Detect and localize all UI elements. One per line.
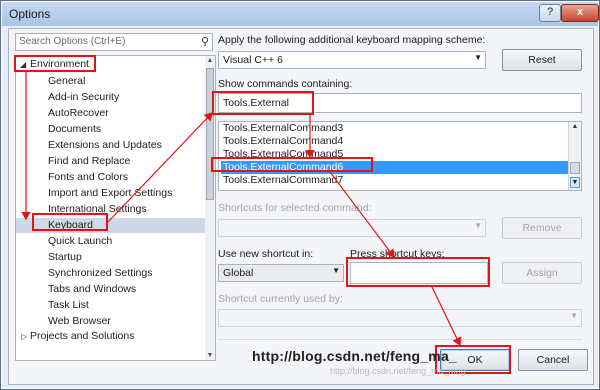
dropdown-arrow-icon: ▼	[474, 221, 482, 230]
shortcut-scope-select[interactable]: Global ▼	[218, 264, 344, 282]
show-commands-label: Show commands containing:	[218, 78, 353, 90]
help-button[interactable]: ?	[539, 4, 561, 22]
commands-scrollbar[interactable]: ▲ ▼	[568, 122, 581, 190]
scroll-up-icon[interactable]: ▲	[570, 123, 580, 130]
tree-item-quick-launch[interactable]: Quick Launch	[48, 234, 112, 249]
tree-item-projects-solutions[interactable]: Projects and Solutions	[30, 329, 134, 344]
footer-divider	[218, 339, 582, 340]
dialog-body: Search Options (Ctrl+E) ⚲ ◢ Environment …	[8, 28, 594, 385]
dropdown-arrow-icon: ▼	[332, 266, 340, 275]
tree-item-extensions-updates[interactable]: Extensions and Updates	[48, 138, 162, 153]
window-title: Options	[9, 7, 51, 21]
tree-item-add-in-security[interactable]: Add-in Security	[48, 90, 119, 105]
options-tree[interactable]: ◢ Environment General Add-in Security Au…	[15, 55, 207, 361]
annotation-box-command6	[211, 157, 373, 172]
assign-button[interactable]: Assign	[502, 262, 582, 284]
search-placeholder: Search Options (Ctrl+E)	[19, 36, 126, 47]
tree-scroll-thumb[interactable]	[206, 68, 214, 200]
scroll-up-icon[interactable]: ▲	[206, 57, 214, 64]
mapping-scheme-label: Apply the following additional keyboard …	[218, 34, 486, 46]
used-by-select[interactable]: ▼	[218, 309, 582, 327]
search-options-input[interactable]: Search Options (Ctrl+E) ⚲	[15, 33, 213, 51]
shortcut-scope-value: Global	[223, 267, 254, 279]
title-bar: Options ? x	[2, 2, 599, 26]
dropdown-arrow-icon: ▼	[474, 53, 482, 62]
list-item[interactable]: Tools.ExternalCommand7	[221, 174, 571, 187]
tree-item-documents[interactable]: Documents	[48, 122, 101, 137]
remove-button[interactable]: Remove	[502, 217, 582, 239]
tree-item-autorecover[interactable]: AutoRecover	[48, 106, 109, 121]
scroll-down-icon[interactable]: ▼	[206, 352, 214, 359]
scroll-down-icon[interactable]: ▼	[570, 177, 580, 188]
use-shortcut-in-label: Use new shortcut in:	[218, 248, 314, 260]
list-item[interactable]: Tools.ExternalCommand3	[221, 122, 571, 135]
close-button[interactable]: x	[561, 4, 599, 22]
mapping-scheme-select[interactable]: Visual C++ 6 ▼	[218, 51, 486, 69]
watermark-faint: http://blog.csdn.net/feng_ma_ning	[330, 366, 466, 376]
shortcuts-selected-select[interactable]: ▼	[218, 219, 486, 237]
tree-item-startup[interactable]: Startup	[48, 250, 82, 265]
tree-item-tabs-windows[interactable]: Tabs and Windows	[48, 282, 136, 297]
annotation-box-environment	[14, 55, 96, 72]
tree-item-web-browser[interactable]: Web Browser	[48, 314, 111, 329]
annotation-box-filter	[212, 91, 314, 115]
tree-item-synchronized[interactable]: Synchronized Settings	[48, 266, 152, 281]
tree-item-general[interactable]: General	[48, 74, 85, 89]
used-by-label: Shortcut currently used by:	[218, 293, 343, 305]
commands-scroll-thumb[interactable]	[570, 162, 580, 174]
search-icon: ⚲	[200, 36, 209, 48]
tree-item-fonts-colors[interactable]: Fonts and Colors	[48, 170, 128, 185]
dropdown-arrow-icon: ▼	[570, 311, 578, 320]
mapping-scheme-value: Visual C++ 6	[223, 54, 283, 66]
cancel-button[interactable]: Cancel	[518, 349, 588, 371]
annotation-box-press-keys	[346, 257, 490, 287]
commands-list[interactable]: Tools.ExternalCommand3 Tools.ExternalCom…	[218, 121, 582, 191]
watermark-url: http://blog.csdn.net/feng_ma_	[252, 348, 457, 364]
shortcuts-selected-label: Shortcuts for selected command:	[218, 202, 372, 214]
tree-item-task-list[interactable]: Task List	[48, 298, 89, 313]
tree-item-import-export[interactable]: Import and Export Settings	[48, 186, 172, 201]
reset-button[interactable]: Reset	[502, 49, 582, 71]
tree-item-find-replace[interactable]: Find and Replace	[48, 154, 130, 169]
annotation-box-keyboard	[32, 213, 108, 231]
expand-arrow-icon[interactable]: ▷	[21, 332, 27, 341]
list-item[interactable]: Tools.ExternalCommand4	[221, 135, 571, 148]
